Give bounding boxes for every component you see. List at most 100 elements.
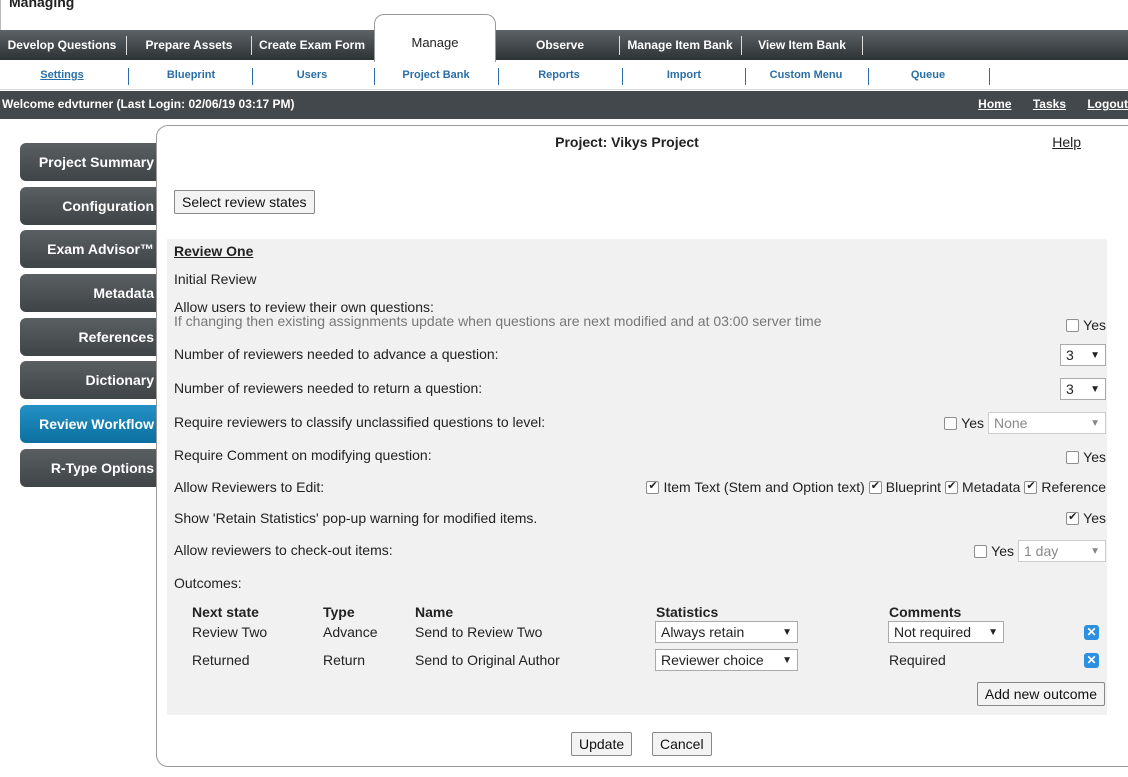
- outcome-2-name: Send to Original Author: [415, 652, 560, 668]
- outcome-1-comments-select[interactable]: Not required ▼: [888, 621, 1004, 643]
- classify-control: Yes None ▼: [944, 412, 1106, 434]
- initial-review-label: Initial Review: [174, 271, 257, 287]
- subnav-separator: [498, 68, 499, 85]
- review-one-section: Review One Initial Review Allow users to…: [167, 239, 1107, 715]
- outcome-2-next-state: Returned: [192, 652, 250, 668]
- update-button[interactable]: Update: [571, 732, 633, 756]
- advance-reviewers-control: 3 ▼: [1060, 344, 1106, 366]
- outcome-header-name: Name: [415, 604, 454, 620]
- checkout-yes: Yes: [991, 543, 1014, 559]
- cancel-button[interactable]: Cancel: [652, 732, 712, 756]
- comment-control: Yes: [1066, 449, 1106, 465]
- comment-label: Require Comment on modifying question:: [174, 447, 432, 463]
- home-link[interactable]: Home: [978, 97, 1011, 111]
- subnav-separator: [374, 68, 375, 85]
- outcome-2-comments: Required: [889, 652, 946, 668]
- app-title: Managing: [9, 0, 75, 10]
- subnav-queue[interactable]: Queue: [870, 62, 986, 90]
- tab-separator: [862, 36, 863, 55]
- outcome-2-statistics-value: Reviewer choice: [661, 652, 764, 668]
- checkout-duration-value: 1 day: [1024, 543, 1059, 559]
- sidebar-item-configuration[interactable]: Configuration: [20, 187, 160, 225]
- subnav-settings[interactable]: Settings: [0, 62, 124, 90]
- retain-label: Show 'Retain Statistics' pop-up warning …: [174, 510, 538, 526]
- edit-metadata-checkbox[interactable]: [945, 479, 959, 494]
- comment-yes: Yes: [1083, 449, 1106, 465]
- return-reviewers-select[interactable]: 3 ▼: [1060, 378, 1106, 400]
- review-own-note: If changing then existing assignments up…: [174, 313, 822, 329]
- edit-item-text-checkbox[interactable]: [646, 479, 660, 494]
- tab-prepare-assets[interactable]: Prepare Assets: [130, 30, 248, 60]
- retain-yes: Yes: [1083, 510, 1106, 526]
- edit-reference-label: Reference: [1041, 479, 1106, 495]
- return-reviewers-value: 3: [1066, 381, 1074, 397]
- outcome-2-delete-icon[interactable]: ✕: [1084, 653, 1099, 668]
- outcome-header-type: Type: [323, 604, 355, 620]
- sidebar-item-review-workflow[interactable]: Review Workflow: [20, 405, 160, 443]
- advance-reviewers-select[interactable]: 3 ▼: [1060, 344, 1106, 366]
- outcome-2-statistics-select[interactable]: Reviewer choice ▼: [655, 649, 798, 671]
- outcome-1-statistics-value: Always retain: [661, 624, 745, 640]
- checkout-duration-select[interactable]: 1 day ▼: [1018, 540, 1106, 562]
- classify-level-select[interactable]: None ▼: [988, 412, 1106, 434]
- sidebar-item-metadata[interactable]: Metadata: [20, 274, 160, 312]
- main-tab-bar: Develop Questions Prepare Assets Create …: [0, 14, 1128, 62]
- edit-reference-checkbox[interactable]: [1024, 479, 1038, 494]
- subnav-reports[interactable]: Reports: [500, 62, 618, 90]
- chevron-down-icon: ▼: [1090, 349, 1100, 361]
- subnav-import[interactable]: Import: [624, 62, 744, 90]
- logout-link[interactable]: Logout: [1087, 97, 1128, 111]
- add-new-outcome-button[interactable]: Add new outcome: [976, 682, 1105, 706]
- outcome-1-statistics-select[interactable]: Always retain ▼: [655, 621, 798, 643]
- edit-control: Item Text (Stem and Option text) Bluepri…: [646, 479, 1106, 495]
- classify-checkbox[interactable]: [944, 416, 958, 430]
- subnav-separator: [745, 68, 746, 85]
- subnav-users[interactable]: Users: [254, 62, 370, 90]
- review-own-checkbox[interactable]: [1066, 318, 1080, 332]
- sidebar-item-project-summary[interactable]: Project Summary: [20, 143, 160, 181]
- tasks-link[interactable]: Tasks: [1033, 97, 1066, 111]
- project-title: Project: Vikys Project: [555, 134, 699, 150]
- review-own-control: Yes: [1066, 317, 1106, 333]
- main-panel: Project: Vikys Project Help Select revie…: [156, 125, 1128, 767]
- chevron-down-icon: ▼: [782, 626, 792, 638]
- sidebar-item-r-type-options[interactable]: R-Type Options: [20, 449, 160, 487]
- tab-separator: [251, 36, 252, 55]
- tab-observe[interactable]: Observe: [510, 30, 610, 60]
- outcome-2-type: Return: [323, 652, 366, 668]
- subnav-project-bank[interactable]: Project Bank: [376, 62, 496, 90]
- help-link[interactable]: Help: [1052, 134, 1081, 150]
- edit-label: Allow Reviewers to Edit:: [174, 479, 325, 495]
- sidebar-item-references[interactable]: References: [20, 318, 160, 356]
- outcome-1-delete-icon[interactable]: ✕: [1084, 625, 1099, 640]
- tab-create-exam-form[interactable]: Create Exam Form: [254, 30, 370, 60]
- chevron-down-icon: ▼: [988, 626, 998, 638]
- return-reviewers-control: 3 ▼: [1060, 378, 1106, 400]
- comment-checkbox[interactable]: [1066, 450, 1080, 464]
- welcome-message: Welcome edvturner (Last Login: 02/06/19 …: [2, 97, 295, 111]
- tab-separator: [741, 36, 742, 55]
- chevron-down-icon: ▼: [1090, 545, 1100, 557]
- subnav-separator: [128, 68, 129, 85]
- tab-develop-questions[interactable]: Develop Questions: [0, 30, 124, 60]
- subnav-separator: [622, 68, 623, 85]
- subnav-blueprint[interactable]: Blueprint: [132, 62, 250, 90]
- select-review-states-button[interactable]: Select review states: [174, 190, 315, 214]
- top-links: Home Tasks Logout: [960, 97, 1128, 111]
- tab-manage[interactable]: Manage: [374, 14, 496, 62]
- outcome-1-next-state: Review Two: [192, 624, 268, 640]
- outcome-1-comments-value: Not required: [894, 624, 972, 640]
- edit-blueprint-checkbox[interactable]: [868, 479, 882, 494]
- review-own-yes: Yes: [1083, 317, 1106, 333]
- subnav-separator: [252, 68, 253, 85]
- classify-level-value: None: [994, 415, 1028, 431]
- chevron-down-icon: ▼: [1090, 417, 1100, 429]
- tab-manage-item-bank[interactable]: Manage Item Bank: [622, 30, 738, 60]
- chevron-down-icon: ▼: [782, 654, 792, 666]
- subnav-custom-menu[interactable]: Custom Menu: [747, 62, 865, 90]
- retain-checkbox[interactable]: [1066, 510, 1080, 525]
- checkout-checkbox[interactable]: [974, 544, 988, 558]
- tab-view-item-bank[interactable]: View Item Bank: [745, 30, 859, 60]
- sidebar-item-exam-advisor[interactable]: Exam Advisor™: [20, 230, 160, 268]
- sidebar-item-dictionary[interactable]: Dictionary: [20, 361, 160, 399]
